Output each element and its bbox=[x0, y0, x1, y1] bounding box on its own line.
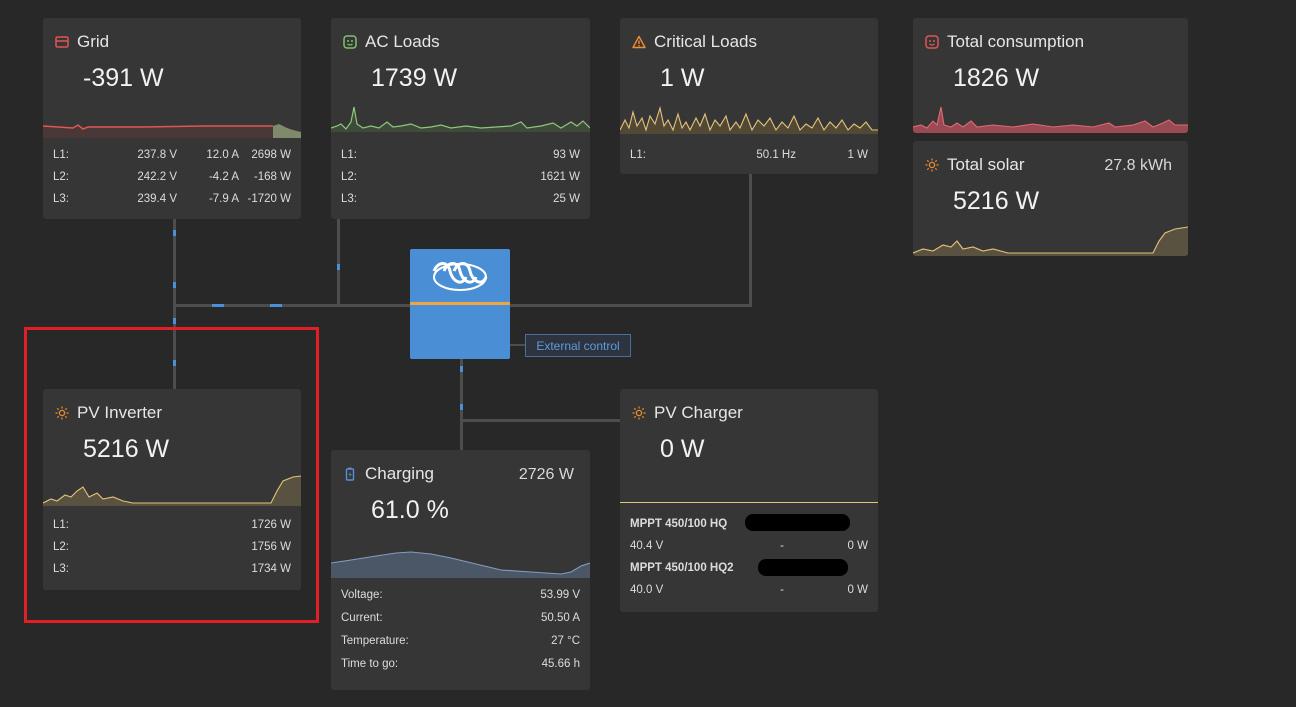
grid-power-graph bbox=[43, 124, 301, 138]
highlight-box bbox=[24, 327, 319, 623]
flow-indicator bbox=[212, 304, 224, 307]
phase-row: L2: 242.2 V -4.2 A -168 W bbox=[53, 171, 291, 183]
flow-indicator bbox=[173, 318, 176, 324]
battery-detail-row: Time to go: 45.66 h bbox=[341, 658, 580, 670]
pv-charger-title: PV Charger bbox=[654, 403, 743, 422]
critical-loads-graph bbox=[620, 105, 878, 134]
ac-loads-graph bbox=[331, 106, 590, 132]
critical-loads-power: 1 W bbox=[660, 64, 705, 92]
connector-line bbox=[173, 304, 410, 307]
phase-row: L3: 239.4 V -7.9 A -1720 W bbox=[53, 193, 291, 205]
flow-indicator bbox=[270, 304, 282, 307]
battery-detail-row: Current: 50.50 A bbox=[341, 612, 580, 624]
phase-row: L1: 93 W bbox=[341, 149, 580, 161]
mppt-name: MPPT 450/100 HQ2 bbox=[630, 562, 734, 574]
total-consumption-graph bbox=[913, 106, 1188, 133]
sun-icon bbox=[632, 406, 646, 420]
battery-detail-row: Voltage: 53.99 V bbox=[341, 589, 580, 601]
flow-indicator bbox=[460, 366, 463, 372]
total-solar-energy: 27.8 kWh bbox=[1104, 157, 1172, 174]
battery-power: 2726 W bbox=[518, 466, 574, 483]
connector-line bbox=[510, 344, 525, 346]
flow-indicator bbox=[173, 282, 176, 288]
battery-icon bbox=[345, 467, 355, 481]
consumption-icon bbox=[925, 35, 939, 49]
connector-line bbox=[749, 174, 752, 307]
grid-card[interactable]: Grid -391 W L1: 237.8 V 12.0 A 2698 W L2… bbox=[43, 18, 301, 219]
redaction-mark bbox=[758, 559, 848, 576]
battery-detail-row: Temperature: 27 °C bbox=[341, 635, 580, 647]
phase-row: L3: 25 W bbox=[341, 193, 580, 205]
total-solar-power: 5216 W bbox=[953, 187, 1040, 215]
critical-loads-title: Critical Loads bbox=[654, 32, 757, 51]
victron-logo-icon bbox=[432, 262, 488, 291]
phase-row: L1: 237.8 V 12.0 A 2698 W bbox=[53, 149, 291, 161]
ac-loads-power: 1739 W bbox=[371, 64, 458, 92]
pv-charger-graph-baseline bbox=[620, 502, 878, 503]
ac-loads-card[interactable]: AC Loads 1739 W L1: 93 W L2: 1621 W L3: … bbox=[331, 18, 590, 219]
total-solar-title: Total solar bbox=[947, 155, 1025, 174]
external-control-label: External control bbox=[525, 334, 631, 357]
redaction-mark bbox=[745, 514, 850, 531]
flow-indicator bbox=[173, 230, 176, 236]
flow-indicator bbox=[337, 264, 340, 270]
device-stripe bbox=[410, 302, 510, 305]
ac-loads-icon bbox=[343, 35, 357, 49]
total-consumption-title: Total consumption bbox=[947, 32, 1085, 51]
mppt-values-row: 40.4 V - 0 W bbox=[630, 540, 868, 552]
phase-row: L1: 50.1 Hz 1 W bbox=[630, 149, 868, 161]
connector-line bbox=[337, 219, 340, 306]
warning-icon bbox=[632, 35, 646, 49]
battery-soc-graph bbox=[331, 551, 590, 578]
pv-charger-power: 0 W bbox=[660, 435, 705, 463]
inverter-charger-device[interactable] bbox=[410, 249, 510, 359]
total-consumption-power: 1826 W bbox=[953, 64, 1040, 92]
total-solar-graph bbox=[913, 226, 1188, 256]
battery-title: Charging bbox=[365, 464, 434, 483]
mppt-name: MPPT 450/100 HQ bbox=[630, 518, 728, 530]
total-consumption-card[interactable]: Total consumption 1826 W bbox=[913, 18, 1188, 133]
grid-title: Grid bbox=[77, 32, 110, 51]
phase-row: L2: 1621 W bbox=[341, 171, 580, 183]
ac-loads-title: AC Loads bbox=[365, 32, 440, 51]
grid-icon bbox=[55, 36, 69, 48]
flow-indicator bbox=[460, 404, 463, 410]
total-solar-card[interactable]: Total solar 27.8 kWh 5216 W bbox=[913, 141, 1188, 256]
grid-power: -391 W bbox=[83, 64, 164, 92]
battery-soc: 61.0 % bbox=[371, 496, 449, 524]
pv-charger-card[interactable]: PV Charger 0 W MPPT 450/100 HQ 40.4 V - … bbox=[620, 389, 878, 612]
connector-line bbox=[510, 304, 752, 307]
sun-icon bbox=[925, 158, 939, 172]
battery-card[interactable]: Charging 2726 W 61.0 % Voltage: 53.99 V … bbox=[331, 450, 590, 690]
critical-loads-card[interactable]: Critical Loads 1 W L1: 50.1 Hz 1 W bbox=[620, 18, 878, 174]
connector-line bbox=[460, 419, 620, 422]
mppt-values-row: 40.0 V - 0 W bbox=[630, 584, 868, 596]
